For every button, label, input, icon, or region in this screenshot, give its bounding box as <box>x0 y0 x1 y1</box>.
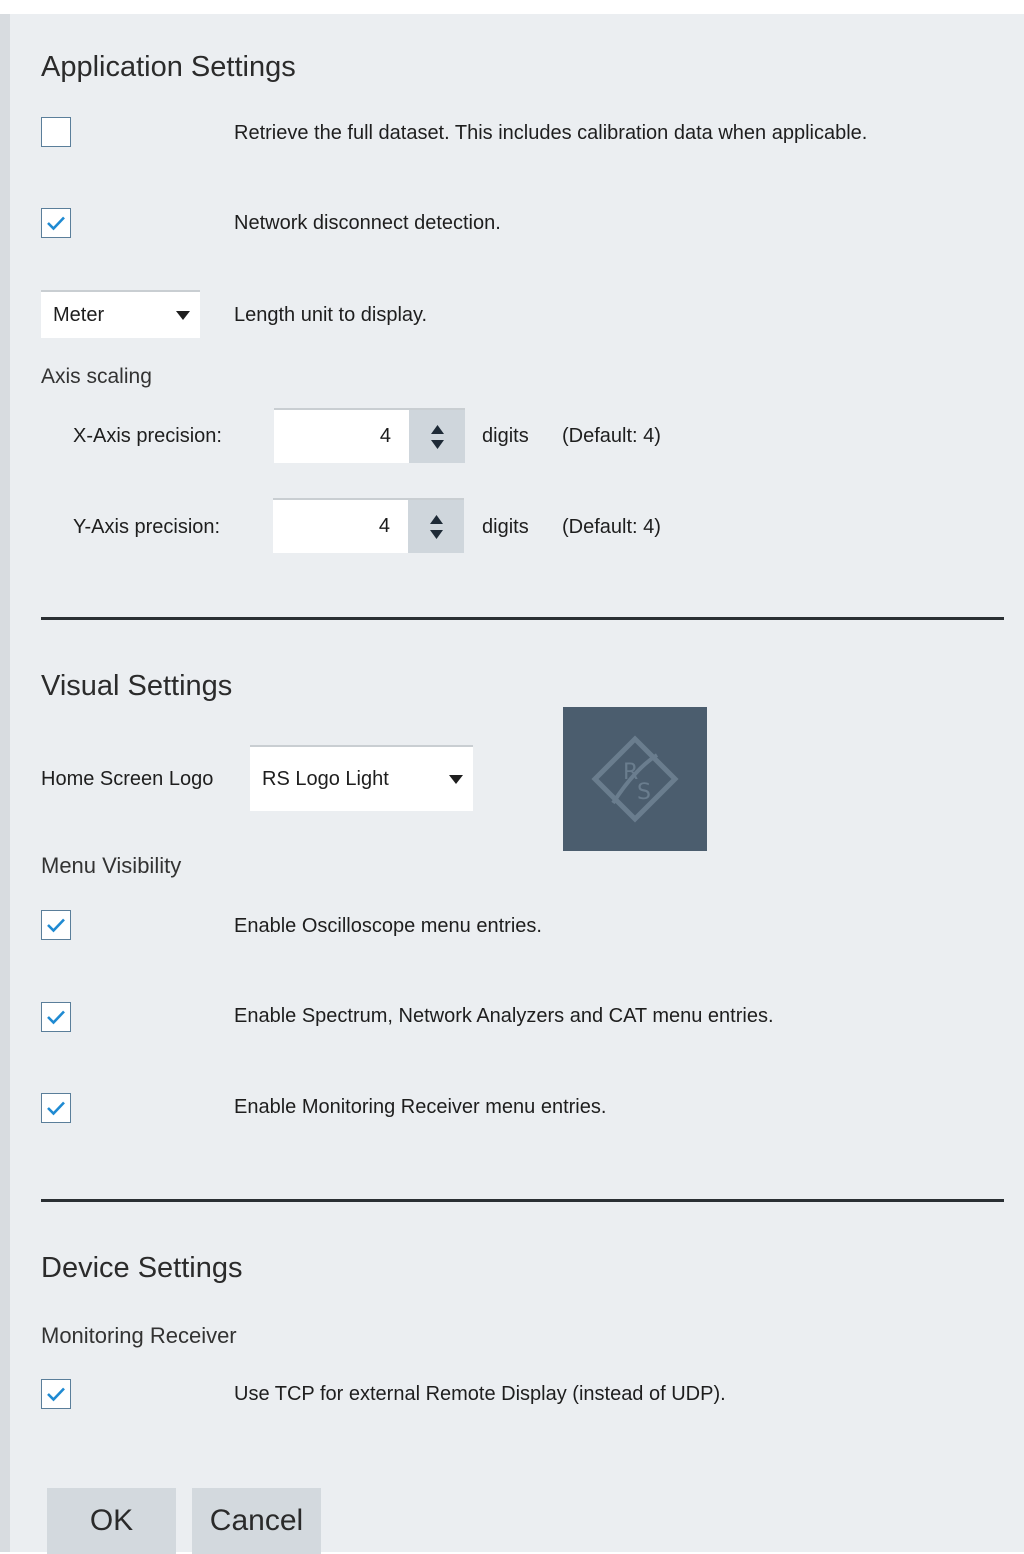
checkmark-icon <box>47 216 65 231</box>
oscilloscope-menu-checkbox[interactable] <box>41 910 71 940</box>
decrement-arrow-icon[interactable] <box>430 439 444 449</box>
y-axis-precision-value[interactable]: 4 <box>273 500 408 553</box>
section-divider <box>41 1199 1004 1202</box>
chevron-down-icon <box>166 310 200 320</box>
increment-arrow-icon[interactable] <box>430 424 444 434</box>
use-tcp-checkbox[interactable] <box>41 1379 71 1409</box>
network-disconnect-checkbox[interactable] <box>41 208 71 238</box>
logo-letter-s: S <box>637 780 651 805</box>
y-axis-precision-stepper[interactable]: 4 <box>273 498 464 553</box>
cancel-button[interactable]: Cancel <box>192 1488 321 1554</box>
logo-preview: R S <box>563 707 707 851</box>
rs-logo-icon: R S <box>591 735 679 823</box>
home-screen-logo-label: Home Screen Logo <box>41 768 214 790</box>
axis-scaling-label: Axis scaling <box>41 365 152 388</box>
visual-settings-heading: Visual Settings <box>41 670 233 702</box>
section-divider <box>41 617 1004 620</box>
increment-arrow-icon[interactable] <box>429 514 443 524</box>
logo-letter-r: R <box>623 760 638 785</box>
y-axis-default: (Default: 4) <box>562 516 661 538</box>
length-unit-label: Length unit to display. <box>234 304 428 326</box>
decrement-arrow-icon[interactable] <box>429 529 443 539</box>
network-disconnect-label: Network disconnect detection. <box>234 212 501 234</box>
full-dataset-label: Retrieve the full dataset. This includes… <box>234 122 868 144</box>
y-axis-unit: digits <box>482 516 529 538</box>
use-tcp-label: Use TCP for external Remote Display (ins… <box>234 1383 726 1405</box>
x-axis-precision-stepper[interactable]: 4 <box>274 408 465 463</box>
full-dataset-checkbox[interactable] <box>41 117 71 147</box>
ok-button[interactable]: OK <box>47 1488 176 1554</box>
x-axis-precision-value[interactable]: 4 <box>274 410 409 463</box>
spectrum-menu-checkbox[interactable] <box>41 1002 71 1032</box>
checkmark-icon <box>47 918 65 933</box>
length-unit-value: Meter <box>53 303 105 326</box>
home-screen-logo-select[interactable]: RS Logo Light <box>250 745 473 811</box>
menu-visibility-label: Menu Visibility <box>41 853 182 878</box>
spectrum-menu-label: Enable Spectrum, Network Analyzers and C… <box>234 1005 774 1027</box>
checkmark-icon <box>47 1010 65 1025</box>
chevron-down-icon <box>439 774 473 784</box>
x-axis-precision-label: X-Axis precision: <box>73 425 222 447</box>
checkmark-icon <box>47 1101 65 1116</box>
settings-panel: Application Settings Retrieve the full d… <box>0 14 1024 1554</box>
monitoring-menu-checkbox[interactable] <box>41 1093 71 1123</box>
device-settings-heading: Device Settings <box>41 1252 243 1284</box>
x-axis-unit: digits <box>482 425 529 447</box>
y-axis-precision-label: Y-Axis precision: <box>73 516 221 538</box>
monitoring-menu-label: Enable Monitoring Receiver menu entries. <box>234 1096 607 1118</box>
home-screen-logo-value: RS Logo Light <box>262 767 389 790</box>
oscilloscope-menu-label: Enable Oscilloscope menu entries. <box>234 915 542 937</box>
monitoring-receiver-label: Monitoring Receiver <box>41 1323 237 1348</box>
x-axis-default: (Default: 4) <box>562 425 661 447</box>
application-settings-heading: Application Settings <box>41 51 296 83</box>
checkmark-icon <box>47 1387 65 1402</box>
left-border <box>0 14 10 1552</box>
length-unit-select[interactable]: Meter <box>41 290 200 338</box>
